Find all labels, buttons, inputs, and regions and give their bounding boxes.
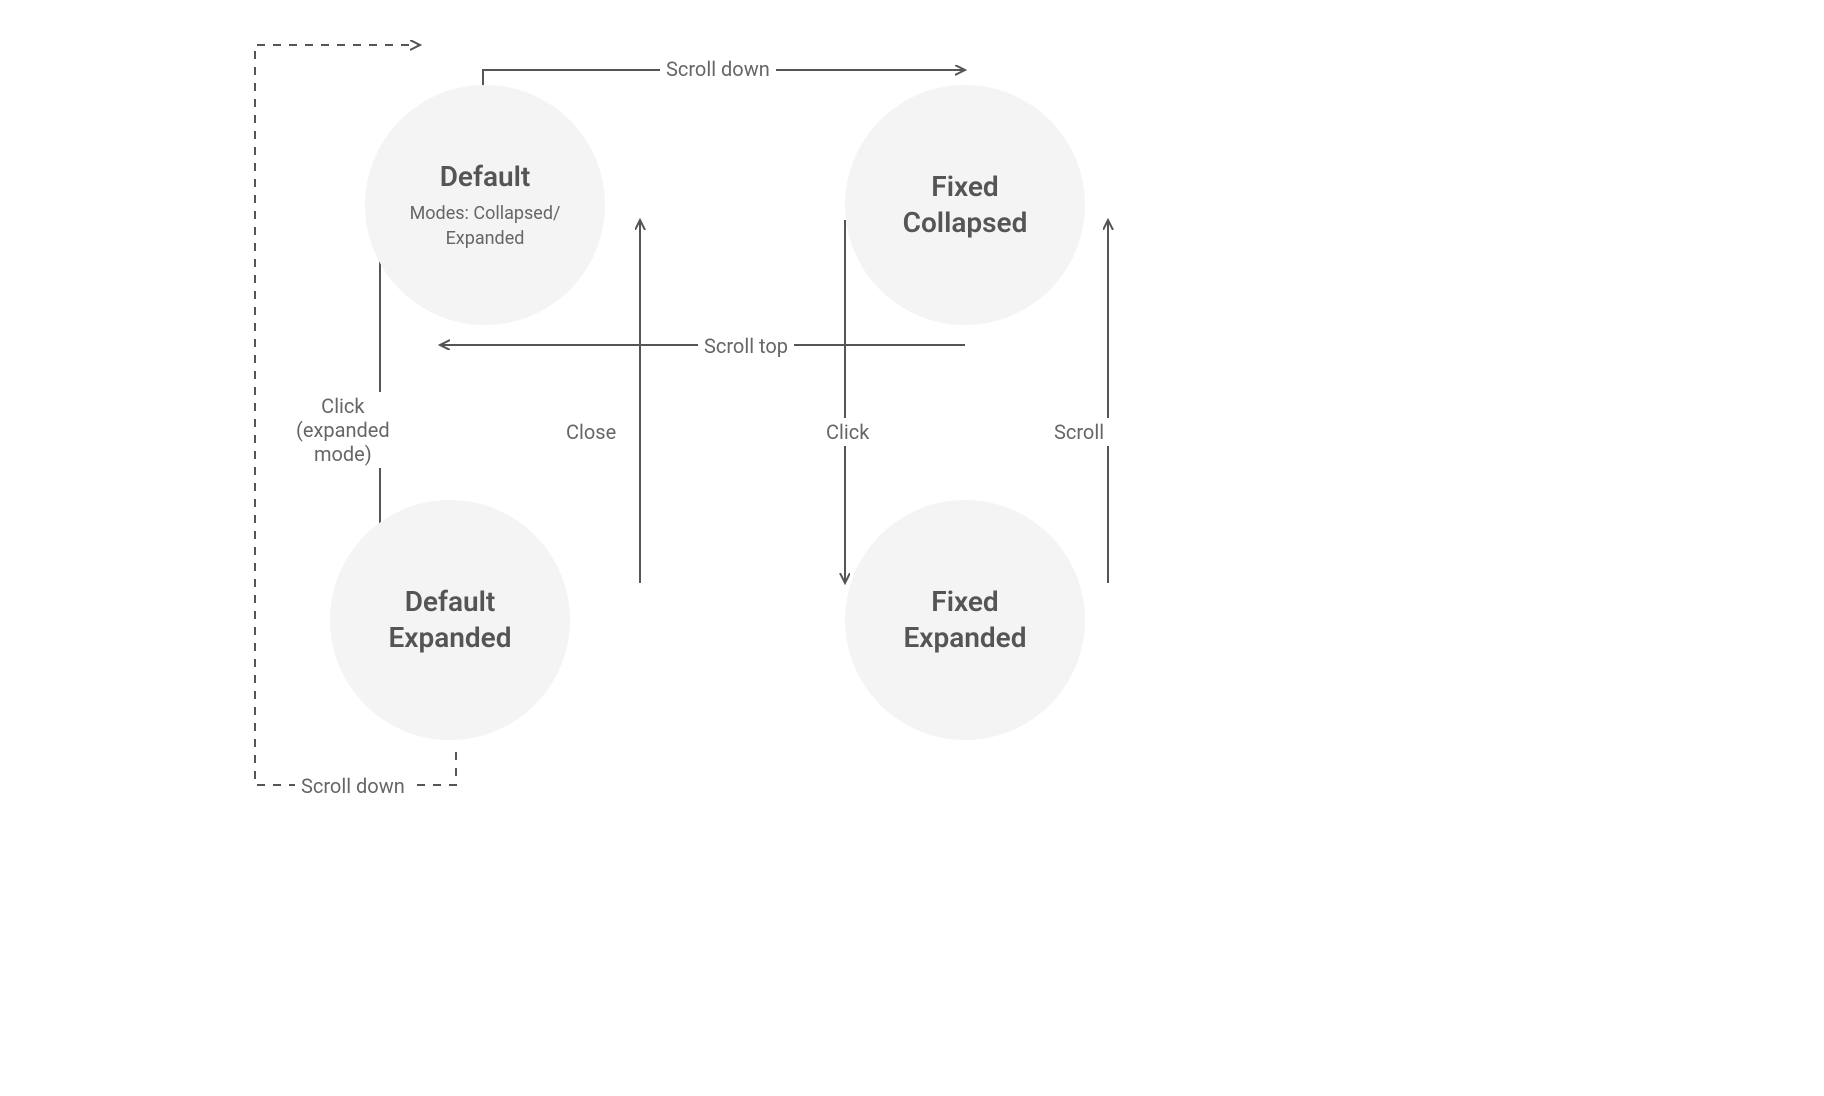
node-default-subtitle: Modes: Collapsed/ Expanded bbox=[410, 201, 561, 251]
label-click-expanded-mode: Click (expanded mode) bbox=[290, 392, 396, 468]
node-default-expanded-title: Default Expanded bbox=[389, 584, 512, 657]
label-scroll-top: Scroll top bbox=[698, 332, 794, 360]
node-fixed-expanded: Fixed Expanded bbox=[845, 500, 1085, 740]
label-click: Click bbox=[820, 418, 875, 446]
node-fixed-collapsed: Fixed Collapsed bbox=[845, 85, 1085, 325]
node-fixed-expanded-title: Fixed Expanded bbox=[904, 584, 1027, 657]
node-default: Default Modes: Collapsed/ Expanded bbox=[365, 85, 605, 325]
node-default-title: Default bbox=[440, 159, 531, 195]
node-default-expanded: Default Expanded bbox=[330, 500, 570, 740]
node-fixed-collapsed-title: Fixed Collapsed bbox=[903, 169, 1028, 242]
label-close: Close bbox=[560, 418, 622, 446]
label-scroll: Scroll bbox=[1048, 418, 1110, 446]
state-diagram: Default Modes: Collapsed/ Expanded Fixed… bbox=[0, 0, 1824, 1096]
label-scroll-down: Scroll down bbox=[660, 55, 776, 83]
label-scroll-down-dashed: Scroll down bbox=[295, 772, 411, 800]
